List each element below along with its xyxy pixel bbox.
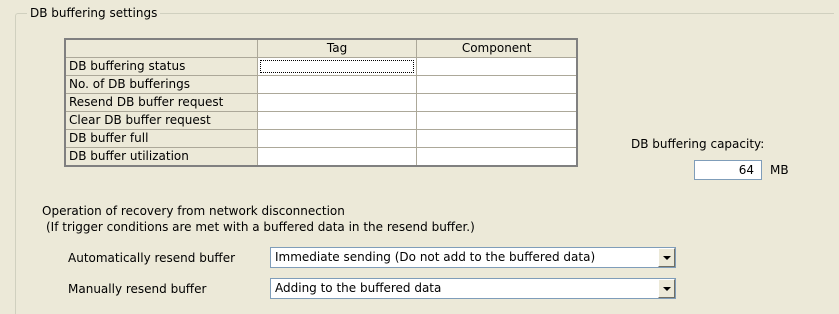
auto-resend-select[interactable]: Immediate sending (Do not add to the buf… [270,247,676,268]
tag-cell-resend-db-buffer-request[interactable] [256,93,418,112]
row-label-db-buffering-status: DB buffering status [64,57,258,76]
component-cell-db-buffer-utilization[interactable] [416,147,578,167]
manual-resend-label: Manually resend buffer [68,282,207,296]
tag-cell-no-of-db-bufferings[interactable] [256,75,418,94]
table-row: No. of DB bufferings [64,75,578,94]
table-row: DB buffering status [64,57,578,76]
table-row: DB buffer utilization [64,147,578,167]
auto-resend-value: Immediate sending (Do not add to the buf… [275,250,596,264]
table-row: Clear DB buffer request [64,111,578,130]
tag-cell-db-buffer-utilization[interactable] [256,147,418,167]
row-label-db-buffer-full: DB buffer full [64,129,258,148]
row-label-db-buffer-utilization: DB buffer utilization [64,147,258,167]
capacity-input[interactable]: 64 [694,160,762,180]
grid-header-row: Tag Component [64,38,578,58]
buffer-grid: Tag Component DB buffering status No. of… [64,38,578,167]
chevron-down-icon[interactable] [658,279,675,298]
table-row: DB buffer full [64,129,578,148]
component-cell-db-buffer-full[interactable] [416,129,578,148]
table-row: Resend DB buffer request [64,93,578,112]
row-label-resend-db-buffer-request: Resend DB buffer request [64,93,258,112]
row-label-clear-db-buffer-request: Clear DB buffer request [64,111,258,130]
row-label-no-of-db-bufferings: No. of DB bufferings [64,75,258,94]
recovery-description: Operation of recovery from network disco… [42,204,345,218]
manual-resend-select[interactable]: Adding to the buffered data [270,278,676,299]
manual-resend-value: Adding to the buffered data [275,281,442,295]
column-header-component: Component [416,38,578,58]
capacity-unit: MB [770,163,789,177]
chevron-down-icon[interactable] [658,248,675,267]
auto-resend-label: Automatically resend buffer [68,251,236,265]
component-cell-resend-db-buffer-request[interactable] [416,93,578,112]
recovery-condition-note: (If trigger conditions are met with a bu… [46,220,475,234]
tag-cell-db-buffering-status[interactable] [256,57,418,76]
tag-cell-db-buffer-full[interactable] [256,129,418,148]
grid-corner [64,38,258,58]
column-header-tag: Tag [256,38,418,58]
group-title: DB buffering settings [27,5,161,21]
tag-cell-clear-db-buffer-request[interactable] [256,111,418,130]
component-cell-db-buffering-status[interactable] [416,57,578,76]
capacity-label: DB buffering capacity: [631,137,765,151]
component-cell-no-of-db-bufferings[interactable] [416,75,578,94]
component-cell-clear-db-buffer-request[interactable] [416,111,578,130]
